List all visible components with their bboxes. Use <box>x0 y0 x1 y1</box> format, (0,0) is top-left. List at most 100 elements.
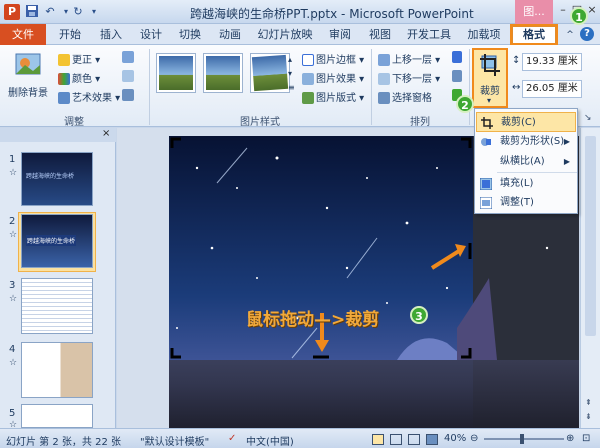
tab-insert[interactable]: 插入 <box>96 27 126 45</box>
reading-view-icon[interactable] <box>408 434 420 445</box>
tab-design[interactable]: 设计 <box>136 27 166 45</box>
zoom-level-text[interactable]: 40% <box>444 433 466 444</box>
menu-item-crop[interactable]: 裁剪(C) <box>476 112 576 132</box>
zoom-slider-thumb[interactable] <box>520 434 524 444</box>
picture-effects-button[interactable]: 图片效果 ▾ <box>302 70 364 85</box>
tab-addins[interactable]: 加载项 <box>462 27 506 45</box>
align-icon[interactable] <box>452 51 464 63</box>
shape-icon <box>481 138 491 146</box>
minimize-ribbon-icon[interactable]: ^ <box>564 27 576 45</box>
picture-tools-contextual-tab: 图... <box>515 0 553 24</box>
slideshow-view-icon[interactable] <box>426 434 438 445</box>
menu-item-crop-to-shape[interactable]: 裁剪为形状(S) ▶ <box>476 132 576 152</box>
picture-style-2[interactable] <box>203 53 243 93</box>
slide-thumbnail-5[interactable] <box>21 404 93 428</box>
picture-border-label: 图片边框 <box>316 55 356 66</box>
zoom-in-icon[interactable]: ⊕ <box>566 433 574 444</box>
format-tab-highlight <box>510 24 558 45</box>
tab-view[interactable]: 视图 <box>365 27 395 45</box>
picture-style-3[interactable] <box>250 53 290 93</box>
slide-thumbnail-4[interactable] <box>21 342 93 398</box>
step-3-badge: 3 <box>410 306 428 324</box>
width-input[interactable]: 26.05 厘米 <box>522 80 582 98</box>
menu-item-fill[interactable]: 填充(L) <box>476 174 576 194</box>
tab-transitions[interactable]: 切换 <box>175 27 205 45</box>
fill-icon <box>480 178 492 190</box>
slide-title: 跨越海峡的生命桥 <box>26 173 75 180</box>
menu-item-fit[interactable]: 调整(T) <box>476 193 576 213</box>
crop-button[interactable]: 裁剪 ▾ <box>472 48 508 108</box>
scrollbar-thumb[interactable] <box>585 136 596 336</box>
submenu-arrow-icon: ▶ <box>563 157 570 166</box>
styles-scroll-down-icon[interactable]: ▾ <box>288 69 292 78</box>
reset-picture-icon[interactable] <box>122 89 136 101</box>
drag-instruction-label: 鼠标拖动—>裁剪 <box>246 305 379 330</box>
bring-forward-label: 上移一层 <box>392 55 432 66</box>
slide-number: 1 <box>9 154 16 165</box>
crop-label: 裁剪 <box>480 86 500 97</box>
menu-item-label: 裁剪(C) <box>501 117 536 128</box>
slide-sorter-view-icon[interactable] <box>390 434 402 445</box>
artistic-effects-button[interactable]: 艺术效果 ▾ <box>58 89 120 104</box>
help-icon[interactable]: ? <box>580 27 594 41</box>
menu-item-label: 裁剪为形状(S) <box>500 136 565 147</box>
slide-transition-icon: ☆ <box>9 230 18 240</box>
tab-animations[interactable]: 动画 <box>215 27 245 45</box>
picture-styles-group-label: 图片样式 <box>240 117 280 128</box>
fit-to-window-icon[interactable]: ⊡ <box>582 433 590 444</box>
picture-border-icon <box>302 54 314 66</box>
slide-thumbnail-2[interactable]: 跨越海峡的生命桥 <box>21 214 93 268</box>
slide-thumbnail-3[interactable] <box>21 278 93 334</box>
undo-icon[interactable]: ↶ <box>42 4 58 20</box>
styles-scroll-up-icon[interactable]: ▴ <box>288 55 292 64</box>
crop-dropdown-menu: 裁剪(C) 裁剪为形状(S) ▶ 纵横比(A) ▶ 填充(L) 调整(T) <box>474 108 578 214</box>
close-panel-icon[interactable]: × <box>102 128 110 139</box>
tab-slideshow[interactable]: 幻灯片放映 <box>255 27 315 45</box>
remove-background-button[interactable]: 删除背景 <box>8 51 48 99</box>
panel-tabs: × <box>0 128 116 142</box>
selection-pane-icon <box>378 92 390 104</box>
spell-check-icon[interactable]: ✓ <box>228 433 236 444</box>
tab-home[interactable]: 开始 <box>55 27 85 45</box>
title-bar: P ↶ ▾ ↻ ▾ 跨越海峡的生命桥PPT.pptx - Microsoft P… <box>0 0 600 24</box>
size-dialog-launcher-icon[interactable]: ↘ <box>584 113 592 123</box>
corrections-button[interactable]: 更正 ▾ <box>58 51 100 66</box>
compress-pictures-icon[interactable] <box>122 51 136 63</box>
bring-forward-button[interactable]: 上移一层 ▾ <box>378 51 440 66</box>
picture-layout-button[interactable]: 图片版式 ▾ <box>302 89 364 104</box>
zoom-slider[interactable] <box>484 438 564 440</box>
tab-review[interactable]: 审阅 <box>325 27 355 45</box>
selection-pane-button[interactable]: 选择窗格 <box>378 89 432 104</box>
powerpoint-app-icon[interactable]: P <box>4 4 20 20</box>
theme-name-text: "默认设计模板" <box>140 437 210 448</box>
picture-style-1[interactable] <box>156 53 196 93</box>
arrange-group-label: 排列 <box>410 117 430 128</box>
slide-thumbnail-1[interactable]: 跨越海峡的生命桥 <box>21 152 93 206</box>
vertical-scrollbar[interactable]: ⇞ ⇟ <box>580 128 600 428</box>
customize-quick-access-icon[interactable]: ▾ <box>86 4 102 20</box>
language-text[interactable]: 中文(中国) <box>246 433 294 448</box>
change-picture-icon[interactable] <box>122 70 136 82</box>
styles-more-icon[interactable]: ≡ <box>288 83 295 92</box>
normal-view-icon[interactable] <box>372 434 384 445</box>
picture-effects-icon <box>302 73 314 85</box>
tab-file[interactable]: 文件 <box>0 24 46 45</box>
color-button[interactable]: 颜色 ▾ <box>58 70 100 85</box>
send-backward-button[interactable]: 下移一层 ▾ <box>378 70 440 85</box>
picture-border-button[interactable]: 图片边框 ▾ <box>302 51 364 66</box>
group-objects-icon[interactable] <box>452 70 464 82</box>
height-input[interactable]: 19.33 厘米 <box>522 53 582 71</box>
save-icon[interactable] <box>24 4 40 20</box>
tab-developer[interactable]: 开发工具 <box>404 27 454 45</box>
send-backward-label: 下移一层 <box>392 74 432 85</box>
next-slide-icon[interactable]: ⇟ <box>585 412 592 421</box>
previous-slide-icon[interactable]: ⇞ <box>585 398 592 407</box>
minimize-icon[interactable]: – <box>556 3 570 19</box>
zoom-out-icon[interactable]: ⊖ <box>470 433 478 444</box>
color-label: 颜色 <box>72 74 92 85</box>
crop-dropdown-icon[interactable]: ▾ <box>487 96 491 105</box>
menu-item-aspect-ratio[interactable]: 纵横比(A) ▶ <box>476 152 576 172</box>
slide-title: 跨越海峡的生命桥 <box>26 235 77 246</box>
send-backward-icon <box>378 73 390 85</box>
repeat-icon[interactable]: ↻ <box>70 4 86 20</box>
